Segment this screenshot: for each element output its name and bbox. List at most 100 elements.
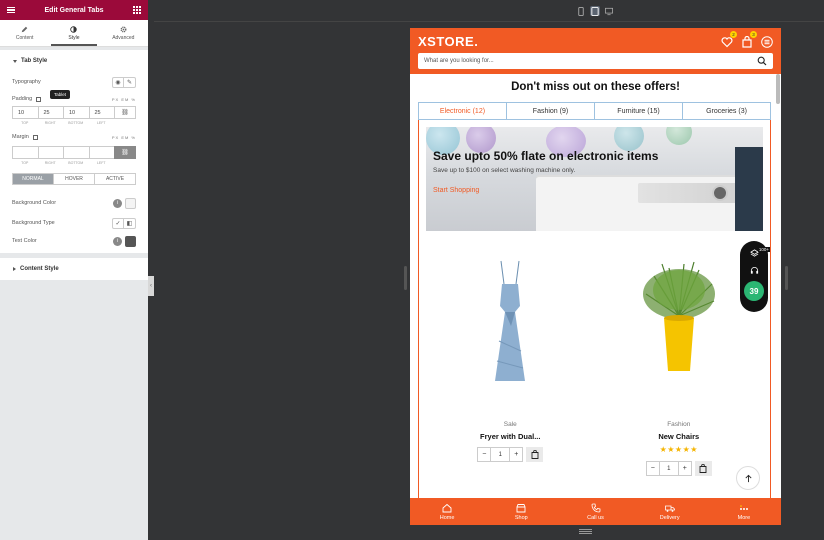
product-name[interactable]: Fryer with Dual... xyxy=(480,432,540,441)
link-values-icon[interactable]: ⛓ xyxy=(114,106,136,119)
globe-icon[interactable]: ◉ xyxy=(113,77,124,87)
nav-call[interactable]: Call us xyxy=(558,498,632,525)
shopping-bag-icon xyxy=(699,464,707,473)
start-shopping-link[interactable]: Start Shopping xyxy=(433,187,658,194)
resize-handle-right[interactable] xyxy=(785,266,788,290)
increment-button[interactable]: + xyxy=(679,462,691,475)
label-top: TOP xyxy=(21,161,29,165)
section-content-style[interactable]: Content Style xyxy=(0,258,148,280)
menu-icon[interactable] xyxy=(7,6,15,14)
nav-home[interactable]: Home xyxy=(410,498,484,525)
responsive-device-icon[interactable] xyxy=(32,134,38,140)
star-rating: ★★★★★ xyxy=(660,445,698,455)
section-tab-style[interactable]: Tab Style xyxy=(0,50,148,72)
text-color-control: Text Color i xyxy=(0,233,148,253)
nav-shop[interactable]: Shop xyxy=(484,498,558,525)
edit-icon[interactable]: ✎ xyxy=(124,78,135,87)
decrement-button[interactable]: − xyxy=(647,462,659,475)
banner-subtitle: Save up to $100 on select washing machin… xyxy=(433,167,576,174)
globe-icon[interactable]: i xyxy=(113,236,122,246)
add-to-cart-button[interactable] xyxy=(694,461,712,476)
margin-unit-switcher[interactable]: PX EM % xyxy=(112,135,136,140)
tab-style[interactable]: Style xyxy=(49,20,98,46)
hamburger-menu-icon[interactable] xyxy=(761,35,773,48)
resize-handle-left[interactable] xyxy=(404,266,407,290)
arrow-up-icon xyxy=(744,474,752,482)
mobile-view-icon[interactable] xyxy=(576,6,586,16)
tab-fashion[interactable]: Fashion (9) xyxy=(507,103,595,119)
margin-bottom-input[interactable] xyxy=(63,146,89,159)
wishlist-icon[interactable]: 2 xyxy=(721,31,737,48)
back-to-top-button[interactable] xyxy=(736,466,760,490)
text-color-swatch[interactable] xyxy=(125,235,136,247)
background-type-buttons: ✓ ◧ xyxy=(112,217,136,229)
star-icon: ★ xyxy=(690,445,698,454)
padding-left-input[interactable]: 25 xyxy=(88,106,114,119)
product-name[interactable]: New Chairs xyxy=(658,432,699,441)
promo-banner[interactable]: Save upto 50% flate on electronic items … xyxy=(426,127,763,231)
search-bar[interactable]: What are you looking for... xyxy=(418,53,773,69)
tablet-view-icon[interactable] xyxy=(590,6,600,16)
collapse-panel-handle[interactable]: ‹ xyxy=(148,276,154,296)
tab-electronic[interactable]: Electronic (12) xyxy=(419,103,507,119)
tab-furniture[interactable]: Furniture (15) xyxy=(595,103,683,119)
gradient-icon[interactable]: ◧ xyxy=(124,219,135,228)
state-tab-hover[interactable]: HOVER xyxy=(54,174,95,184)
padding-bottom-input[interactable]: 10 xyxy=(63,106,89,119)
product-card[interactable]: Sale Fryer with Dual... − 1 + xyxy=(426,231,595,476)
margin-label-group: Margin xyxy=(12,134,38,140)
tab-groceries[interactable]: Groceries (3) xyxy=(683,103,770,119)
brush-icon[interactable]: ✓ xyxy=(113,218,124,228)
headset-icon[interactable] xyxy=(750,266,759,275)
padding-right-input[interactable]: 25 xyxy=(37,106,63,119)
site-logo[interactable]: XSTORE. xyxy=(418,34,478,49)
resize-handle-bottom[interactable] xyxy=(579,529,592,535)
preview-scrollbar[interactable] xyxy=(776,74,780,104)
product-card[interactable]: Fashion New Chairs ★★★★★ − 1 + xyxy=(595,231,764,476)
product-image[interactable] xyxy=(426,231,595,411)
product-image[interactable] xyxy=(595,231,764,411)
product-category: Fashion xyxy=(667,421,691,428)
search-icon[interactable] xyxy=(757,56,767,66)
background-color-label: Background Color xyxy=(12,200,57,206)
state-tab-normal[interactable]: NORMAL xyxy=(13,174,54,184)
tab-advanced[interactable]: Advanced xyxy=(99,20,148,46)
padding-label-group: Padding xyxy=(12,96,42,102)
nav-shop-label: Shop xyxy=(514,514,528,521)
padding-top-input[interactable]: 10 xyxy=(12,106,38,119)
content-style-section: Content Style xyxy=(0,258,148,280)
desktop-view-icon[interactable] xyxy=(604,6,614,16)
star-icon: ★ xyxy=(674,445,683,454)
decrement-button[interactable]: − xyxy=(478,448,490,461)
tab-content-label: Content xyxy=(15,34,34,41)
quantity-value[interactable]: 1 xyxy=(490,448,511,461)
cart-icon[interactable]: 3 xyxy=(741,31,757,48)
background-color-swatch[interactable] xyxy=(125,197,136,209)
quantity-control: − 1 + xyxy=(645,461,712,476)
quantity-stepper: − 1 + xyxy=(477,447,524,462)
link-values-icon[interactable]: ⛓ xyxy=(114,146,136,159)
responsive-device-icon[interactable] xyxy=(36,96,42,102)
widgets-grid-icon[interactable] xyxy=(133,6,141,14)
tab-advanced-label: Advanced xyxy=(112,34,135,41)
screen: Edit General Tabs Content Style Advanced… xyxy=(0,0,824,540)
decor-bulb xyxy=(614,127,644,151)
contrast-icon xyxy=(70,25,78,33)
caret-down-icon xyxy=(13,59,17,63)
label-left: LEFT xyxy=(96,161,106,165)
increment-button[interactable]: + xyxy=(510,448,522,461)
nav-delivery[interactable]: Delivery xyxy=(633,498,707,525)
add-to-cart-button[interactable] xyxy=(526,447,544,462)
globe-icon[interactable]: i xyxy=(113,198,122,208)
state-tab-active[interactable]: ACTIVE xyxy=(95,174,135,184)
tab-content[interactable]: Content xyxy=(0,20,49,46)
unit-switcher[interactable]: PX EM % xyxy=(112,97,136,102)
quantity-value[interactable]: 1 xyxy=(658,462,679,475)
nav-more[interactable]: More xyxy=(707,498,781,525)
margin-right-input[interactable] xyxy=(37,146,63,159)
margin-left-input[interactable] xyxy=(88,146,114,159)
price-badge[interactable]: 39 xyxy=(744,281,764,301)
margin-top-input[interactable] xyxy=(12,146,38,159)
text-color-label: Text Color xyxy=(12,238,37,244)
header-top: XSTORE. 2 3 xyxy=(418,31,773,49)
